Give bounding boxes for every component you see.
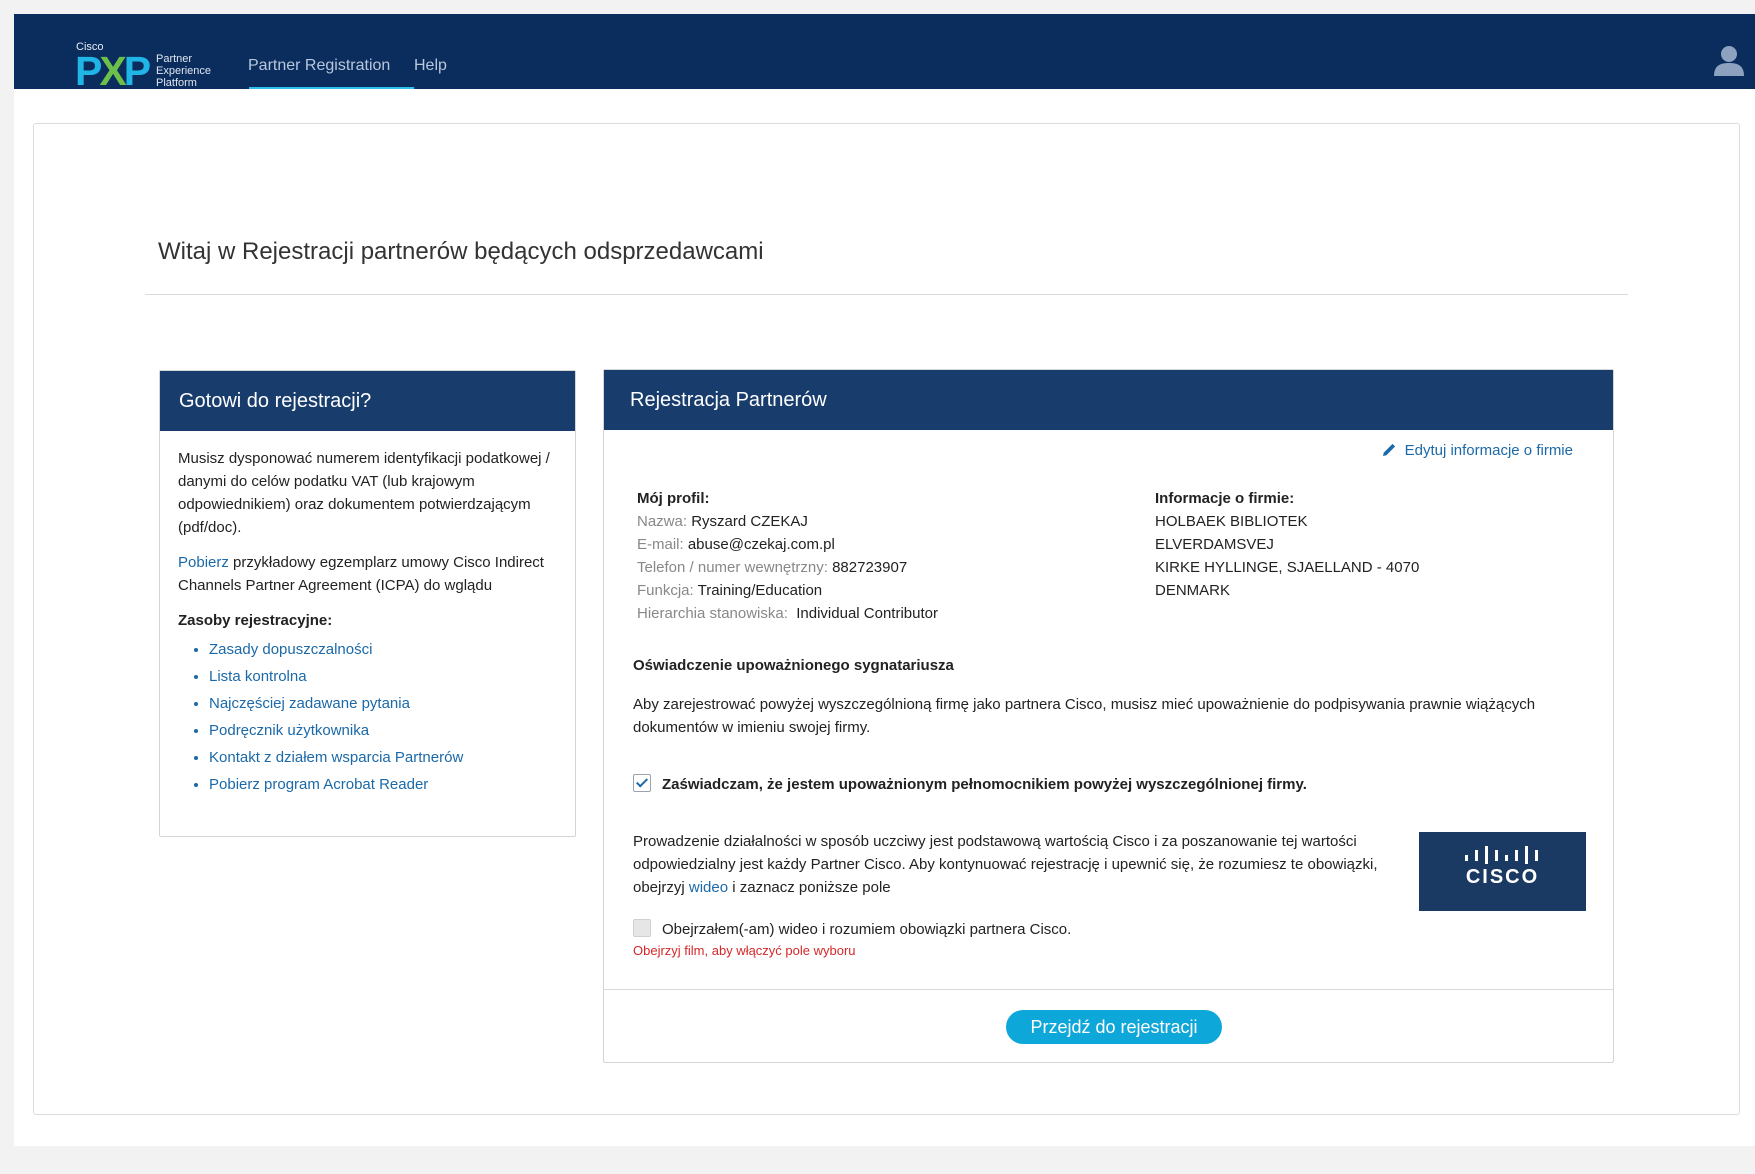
registration-card-heading: Rejestracja Partnerów xyxy=(604,370,1613,430)
icpa-text: Pobierz przykładowy egzemplarz umowy Cis… xyxy=(178,554,544,594)
video-checkbox[interactable] xyxy=(633,919,651,937)
page-title: Witaj w Rejestracji partnerów będących o… xyxy=(158,238,764,265)
logo-subtitle: Partner Experience Platform xyxy=(156,53,212,89)
company-line: ELVERDAMSVEJ xyxy=(1155,536,1274,553)
ready-to-register-card: Gotowi do rejestracji? Musisz dysponować… xyxy=(159,370,576,837)
signatory-text: Aby zarejestrować powyżej wyszczególnion… xyxy=(633,696,1536,736)
user-icon[interactable] xyxy=(1711,42,1747,78)
ready-card-heading: Gotowi do rejestracji? xyxy=(160,371,575,431)
proceed-to-registration-button[interactable]: Przejdź do rejestracji xyxy=(1006,1010,1222,1044)
resource-link-user-guide[interactable]: Podręcznik użytkownika xyxy=(209,717,557,744)
profile-name-row: Nazwa: Ryszard CZEKAJ xyxy=(637,513,808,530)
cisco-logo-icon xyxy=(1465,846,1538,864)
resources-list: Zasady dopuszczalności Lista kontrolna N… xyxy=(178,636,557,798)
video-warning: Obejrzyj film, aby włączyć pole wyboru xyxy=(633,943,856,958)
resource-link-support-contact[interactable]: Kontakt z działem wsparcia Partnerów xyxy=(209,744,557,771)
profile-email-row: E-mail: abuse@czekaj.com.pl xyxy=(637,536,835,553)
company-title: Informacje o firmie: xyxy=(1155,490,1295,507)
partner-registration-card: Rejestracja Partnerów Edytuj informacje … xyxy=(603,369,1614,1063)
company-info: Informacje o firmie: HOLBAEK BIBLIOTEK E… xyxy=(1155,487,1419,602)
nav-help[interactable]: Help xyxy=(414,57,447,75)
signatory-title: Oświadczenie upoważnionego sygnatariusza xyxy=(633,657,954,674)
company-line: KIRKE HYLLINGE, SJAELLAND - 4070 xyxy=(1155,559,1420,576)
resources-title: Zasoby rejestracyjne: xyxy=(178,612,333,629)
requirements-text: Musisz dysponować numerem identyfikacji … xyxy=(178,450,550,536)
profile-title: Mój profil: xyxy=(637,490,710,507)
top-navigation-bar: Cisco PXP Partner Experience Platform Pa… xyxy=(14,14,1755,94)
profile-role-row: Funkcja: Training/Education xyxy=(637,582,823,599)
video-link[interactable]: wideo xyxy=(689,879,728,896)
profile-phone-row: Telefon / numer wewnętrzny: 882723907 xyxy=(637,559,908,576)
cisco-logo-word: CISCO xyxy=(1465,866,1540,888)
profile-hierarchy-row: Hierarchia stanowiska: Individual Contri… xyxy=(637,605,938,622)
card-footer-divider xyxy=(604,989,1613,990)
my-profile: Mój profil: Nazwa: Ryszard CZEKAJ E-mail… xyxy=(637,487,938,625)
cisco-video-thumbnail[interactable]: CISCO xyxy=(1419,832,1586,911)
ethics-text: Prowadzenie działalności w sposób uczciw… xyxy=(633,833,1378,896)
company-line: DENMARK xyxy=(1155,582,1231,599)
signatory-checkbox-label: Zaświadczam, że jestem upoważnionym pełn… xyxy=(662,776,1307,793)
video-checkbox-row: Obejrzałem(-am) wideo i rozumiem obowiąz… xyxy=(633,919,1071,938)
resource-link-acrobat[interactable]: Pobierz program Acrobat Reader xyxy=(209,771,557,798)
title-divider xyxy=(145,294,1628,295)
edit-company-info-link[interactable]: Edytuj informacje o firmie xyxy=(1382,442,1573,459)
resource-link-checklist[interactable]: Lista kontrolna xyxy=(209,663,557,690)
resource-link-faq[interactable]: Najczęściej zadawane pytania xyxy=(209,690,557,717)
pencil-icon xyxy=(1382,443,1395,456)
logo-pxp-text: PXP xyxy=(75,48,151,94)
resource-link-eligibility[interactable]: Zasady dopuszczalności xyxy=(209,636,557,663)
signatory-checkbox[interactable] xyxy=(633,774,651,792)
signatory-checkbox-row[interactable]: Zaświadczam, że jestem upoważnionym pełn… xyxy=(633,774,1307,793)
download-icpa-link[interactable]: Pobierz xyxy=(178,554,229,571)
nav-partner-registration[interactable]: Partner Registration xyxy=(248,57,390,75)
video-checkbox-label: Obejrzałem(-am) wideo i rozumiem obowiąz… xyxy=(662,921,1072,938)
company-line: HOLBAEK BIBLIOTEK xyxy=(1155,513,1308,530)
